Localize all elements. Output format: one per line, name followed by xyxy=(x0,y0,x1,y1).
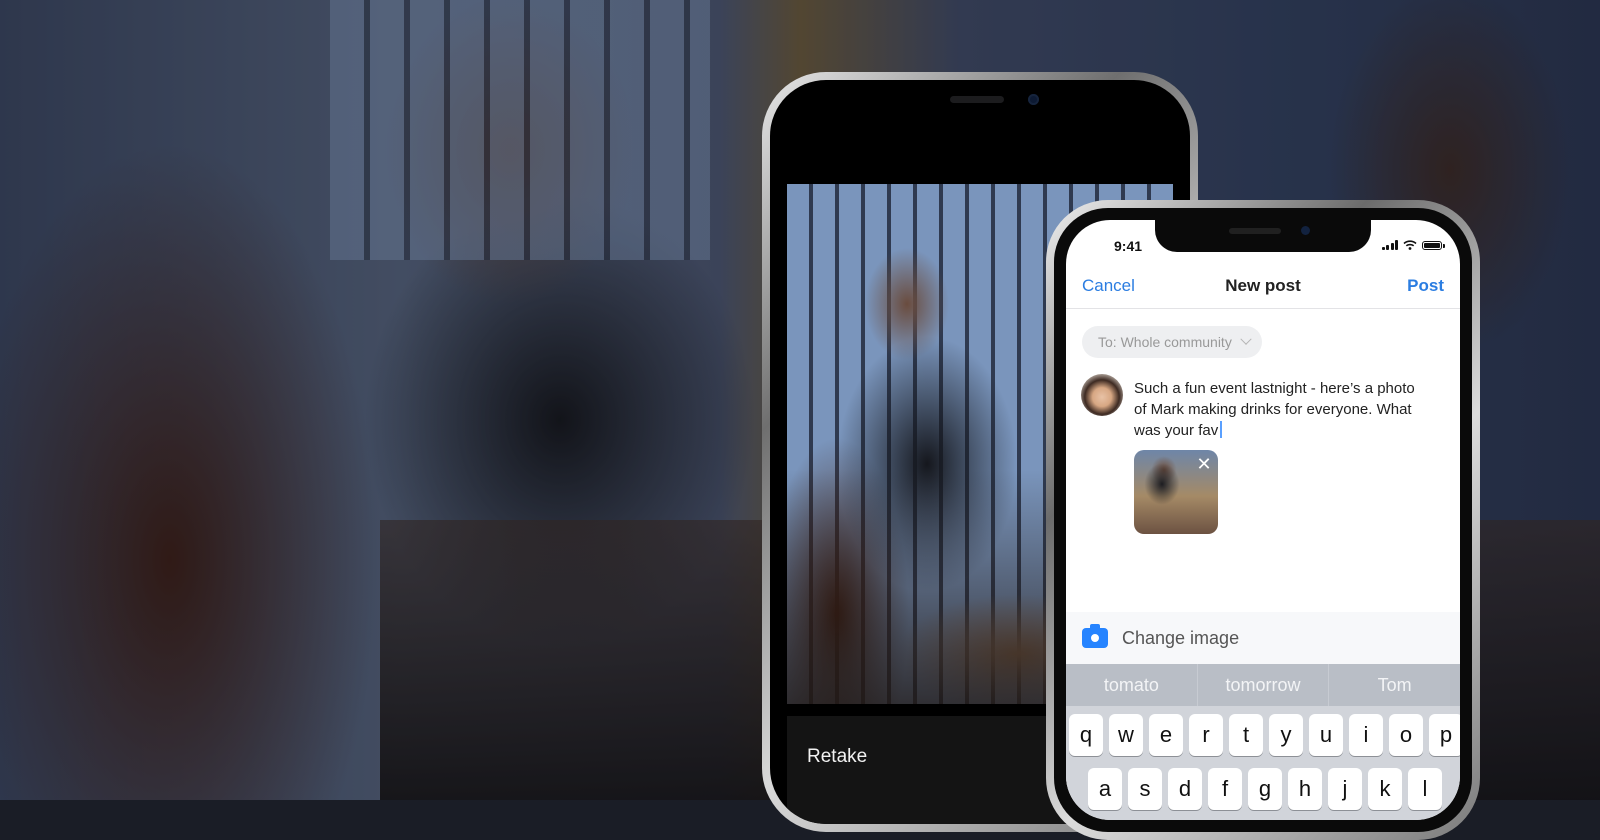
audience-selector[interactable]: To: Whole community xyxy=(1082,326,1262,358)
remove-attachment-icon[interactable]: ✕ xyxy=(1196,455,1212,473)
attached-image-thumbnail[interactable]: ✕ xyxy=(1134,450,1218,534)
nav-bar: Cancel New post Post xyxy=(1066,266,1460,309)
keyboard: q w e r t y u i o p a s d f g h j k l xyxy=(1066,706,1460,820)
suggestion-item[interactable]: tomato xyxy=(1066,664,1197,706)
key[interactable]: l xyxy=(1408,768,1442,810)
key[interactable]: j xyxy=(1328,768,1362,810)
post-text: Such a fun event lastnight - here’s a ph… xyxy=(1134,380,1415,439)
camera-icon xyxy=(1082,624,1108,648)
key[interactable]: y xyxy=(1269,714,1303,756)
front-camera xyxy=(1028,94,1039,105)
keyboard-row-1: q w e r t y u i o p xyxy=(1069,714,1460,756)
key[interactable]: q xyxy=(1069,714,1103,756)
avatar xyxy=(1081,374,1123,416)
key[interactable]: t xyxy=(1229,714,1263,756)
keyboard-suggestions: tomato tomorrow Tom xyxy=(1066,664,1460,706)
key[interactable]: a xyxy=(1088,768,1122,810)
text-cursor xyxy=(1220,421,1222,438)
key[interactable]: h xyxy=(1288,768,1322,810)
suggestion-item[interactable]: Tom xyxy=(1328,664,1460,706)
key[interactable]: p xyxy=(1429,714,1460,756)
key[interactable]: r xyxy=(1189,714,1223,756)
speaker-grille xyxy=(1229,228,1281,234)
phone-screen: 9:41 Cancel New post Post To: Whole comm… xyxy=(1066,220,1460,820)
notch xyxy=(1155,220,1371,252)
page-title: New post xyxy=(1225,276,1301,295)
change-image-button[interactable]: Change image xyxy=(1066,612,1460,664)
key[interactable]: d xyxy=(1168,768,1202,810)
key[interactable]: o xyxy=(1389,714,1423,756)
post-button[interactable]: Post xyxy=(1407,276,1444,296)
key[interactable]: u xyxy=(1309,714,1343,756)
phone-new-post: 9:41 Cancel New post Post To: Whole comm… xyxy=(1046,200,1480,840)
audience-label: To: Whole community xyxy=(1098,334,1232,350)
key[interactable]: k xyxy=(1368,768,1402,810)
key[interactable]: s xyxy=(1128,768,1162,810)
post-text-input[interactable]: Such a fun event lastnight - here’s a ph… xyxy=(1134,378,1424,441)
key[interactable]: i xyxy=(1349,714,1383,756)
chevron-down-icon xyxy=(1240,333,1252,345)
key[interactable]: w xyxy=(1109,714,1143,756)
retake-button[interactable]: Retake xyxy=(807,746,867,768)
key[interactable]: e xyxy=(1149,714,1183,756)
suggestion-item[interactable]: tomorrow xyxy=(1196,664,1329,706)
change-image-label: Change image xyxy=(1122,627,1240,648)
status-icons xyxy=(1381,240,1445,250)
front-camera xyxy=(1301,226,1310,235)
key[interactable]: f xyxy=(1208,768,1242,810)
battery-icon xyxy=(1422,240,1445,250)
phone-bezel: 9:41 Cancel New post Post To: Whole comm… xyxy=(1054,208,1472,832)
key[interactable]: g xyxy=(1248,768,1282,810)
status-time: 9:41 xyxy=(1114,238,1143,254)
keyboard-row-2: a s d f g h j k l xyxy=(1088,768,1457,810)
speaker-grille xyxy=(950,96,1004,103)
wifi-icon xyxy=(1403,240,1417,250)
cellular-signal-icon xyxy=(1381,240,1398,250)
